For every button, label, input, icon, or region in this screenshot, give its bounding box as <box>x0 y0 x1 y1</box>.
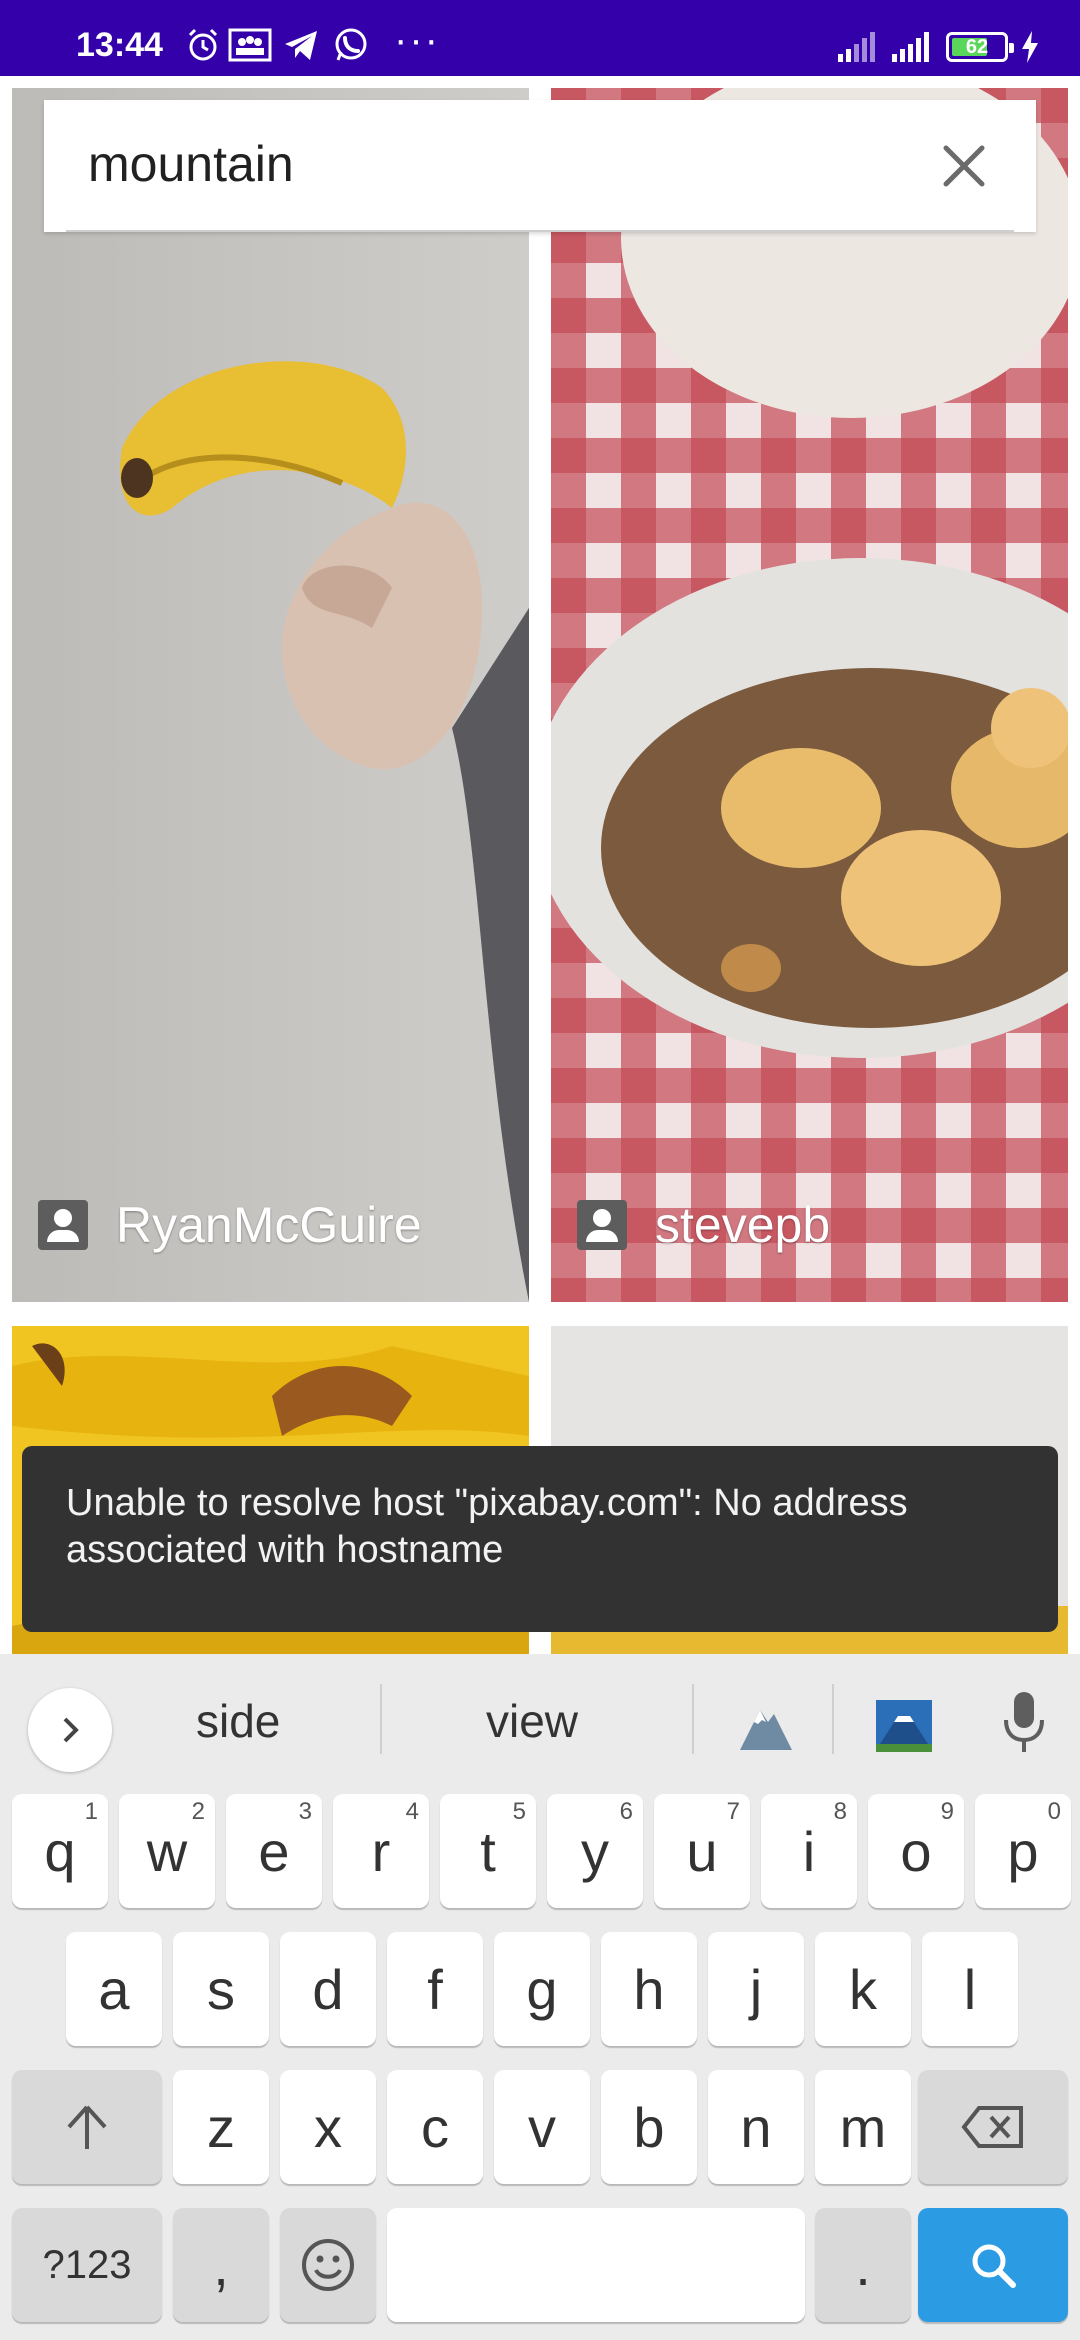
status-overflow: ··· <box>394 18 440 62</box>
image-card[interactable]: RyanMcGuire <box>12 88 529 1302</box>
key-u[interactable]: u7 <box>654 1794 750 1908</box>
key-k[interactable]: k <box>815 1932 911 2046</box>
key-i[interactable]: i8 <box>761 1794 857 1908</box>
symbols-key[interactable]: ?123 <box>12 2208 162 2322</box>
key-b[interactable]: b <box>601 2070 697 2184</box>
comma-key[interactable]: , <box>173 2208 269 2322</box>
toast-message: Unable to resolve host "pixabay.com": No… <box>66 1482 908 1571</box>
key-z[interactable]: z <box>173 2070 269 2184</box>
key-r[interactable]: r4 <box>333 1794 429 1908</box>
mountain-emoji[interactable] <box>738 1700 794 1752</box>
status-right: 62 <box>838 28 1040 66</box>
whatsapp-icon <box>335 28 367 61</box>
shift-arrow-icon <box>67 2105 107 2149</box>
emoji-key[interactable] <box>280 2208 376 2322</box>
search-key[interactable] <box>918 2208 1068 2322</box>
key-a[interactable]: a <box>66 1932 162 2046</box>
space-key[interactable] <box>387 2208 805 2322</box>
key-d[interactable]: d <box>280 1932 376 2046</box>
key-j[interactable]: j <box>708 1932 804 2046</box>
key-v[interactable]: v <box>494 2070 590 2184</box>
divider <box>692 1684 694 1754</box>
suggestion-strip: side view <box>0 1654 1080 1776</box>
period-key[interactable]: . <box>815 2208 911 2322</box>
expand-suggestions-button[interactable] <box>28 1688 112 1772</box>
key-s[interactable]: s <box>173 1932 269 2046</box>
key-q[interactable]: q1 <box>12 1794 108 1908</box>
mount-fuji-emoji[interactable] <box>876 1700 932 1752</box>
status-bar: 13:44 ··· 62 <box>0 0 1080 76</box>
smiley-icon <box>302 2239 354 2291</box>
chevron-right-icon <box>63 1717 79 1743</box>
divider <box>380 1684 382 1754</box>
banana-hand-image <box>120 361 529 1302</box>
battery-icon: 62 <box>946 32 1014 62</box>
key-c[interactable]: c <box>387 2070 483 2184</box>
search-bar <box>44 100 1036 232</box>
key-h[interactable]: h <box>601 1932 697 2046</box>
key-t[interactable]: t5 <box>440 1794 536 1908</box>
microphone-icon[interactable] <box>1002 1690 1046 1754</box>
image-card[interactable]: stevepb <box>551 88 1068 1302</box>
shift-key[interactable] <box>12 2070 162 2184</box>
telegram-icon <box>285 31 317 60</box>
alarm-icon <box>188 28 218 61</box>
app-screen: 13:44 ··· 62 RyanMcGuire stevepb mountai… <box>0 0 1080 2340</box>
error-toast: Unable to resolve host "pixabay.com": No… <box>22 1446 1058 1632</box>
signal-icon <box>838 32 875 62</box>
author-row: RyanMcGuire <box>38 1196 422 1254</box>
team-icon <box>228 28 272 62</box>
key-l[interactable]: l <box>922 1932 1018 2046</box>
backspace-icon <box>961 2106 1023 2148</box>
key-y[interactable]: y6 <box>547 1794 643 1908</box>
backspace-key[interactable] <box>918 2070 1068 2184</box>
divider <box>832 1684 834 1754</box>
key-g[interactable]: g <box>494 1932 590 2046</box>
key-p[interactable]: p0 <box>975 1794 1071 1908</box>
person-icon <box>577 1200 627 1250</box>
charging-icon <box>1022 31 1038 63</box>
keyboard: side view q1 w2 e3 r4 t 5 y 6 u 7 i 8 o … <box>0 1654 1080 2340</box>
suggestion-word[interactable]: view <box>486 1694 578 1748</box>
author-name: stevepb <box>655 1197 831 1253</box>
battery-level: 62 <box>965 35 989 58</box>
key-w[interactable]: w2 <box>119 1794 215 1908</box>
status-time: 13:44 <box>76 26 163 64</box>
key-n[interactable]: n <box>708 2070 804 2184</box>
signal-icon <box>892 32 929 62</box>
author-row: stevepb <box>577 1196 830 1254</box>
key-o[interactable]: o9 <box>868 1794 964 1908</box>
key-e[interactable]: e3 <box>226 1794 322 1908</box>
key-x[interactable]: x <box>280 2070 376 2184</box>
search-icon <box>972 2244 1016 2288</box>
key-f[interactable]: f <box>387 1932 483 2046</box>
key-m[interactable]: m <box>815 2070 911 2184</box>
close-icon[interactable] <box>942 144 986 188</box>
person-icon <box>38 1200 88 1250</box>
search-input[interactable] <box>88 122 928 206</box>
cereal-bowl-image <box>551 88 1068 1302</box>
author-name: RyanMcGuire <box>116 1197 422 1253</box>
search-underline <box>66 230 1014 232</box>
suggestion-word[interactable]: side <box>196 1694 280 1748</box>
